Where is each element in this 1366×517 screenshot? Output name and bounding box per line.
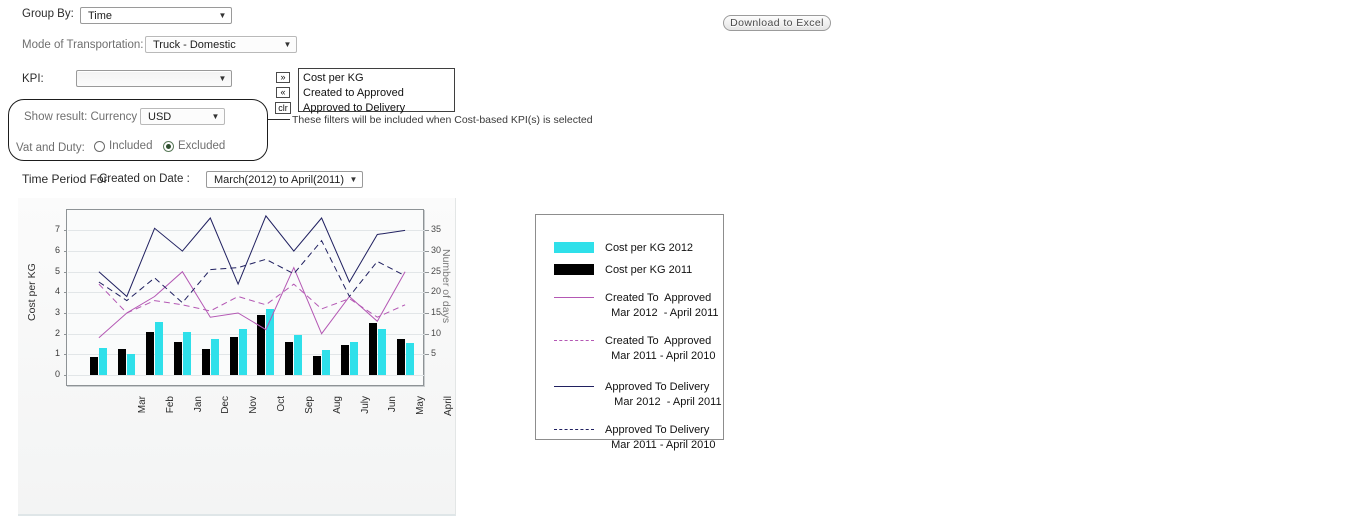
legend-item-cost-per-kg-2012: Cost per KG 2012: [554, 241, 723, 256]
plot-area: [64, 209, 429, 386]
line-series: [98, 214, 406, 298]
line-series: [98, 283, 406, 318]
chevron-down-icon: ▼: [283, 39, 292, 49]
x-axis-tick-label: April: [443, 396, 455, 417]
chevron-down-icon: ▼: [218, 73, 227, 83]
download-to-excel-button[interactable]: Download to Excel: [723, 15, 831, 31]
legend-label: Created To Approved Mar 2012 - April 201…: [605, 292, 719, 319]
legend-swatch-created-to-approved-2011: [554, 334, 594, 347]
chevron-down-icon: ▼: [349, 174, 358, 184]
y-axis-tick-label: 6: [54, 245, 60, 256]
y-axis-tick-label: 2: [54, 327, 60, 338]
x-axis-tick-label: Feb: [164, 396, 176, 414]
y-axis-tick-label: 1: [54, 348, 60, 359]
currency-label: Show result: Currency: [24, 111, 138, 123]
legend-item-created-to-approved-2012: Created To Approved Mar 2012 - April 201…: [554, 291, 723, 320]
x-axis-tick-label: Sep: [303, 396, 315, 414]
kpi-dropdown[interactable]: ▼: [76, 70, 232, 87]
y2-axis-title: Number of days: [440, 249, 452, 324]
chart: 0 1 2 3 4 5 6 7 5 10 15 20 25 30 35 Cost per KG Number o…: [18, 198, 455, 514]
legend-swatch-cost-per-kg-2012: [554, 241, 594, 254]
legend-swatch-created-to-approved-2012: [554, 291, 594, 304]
x-axis-tick-label: Dec: [220, 396, 232, 414]
radio-selected-icon: [163, 140, 174, 152]
y-axis-tick-label: 0: [54, 369, 60, 379]
y2-axis-tick: [425, 271, 429, 273]
time-period-field-label: Created on Date :: [99, 173, 190, 185]
x-axis-tick-label: Jun: [387, 396, 399, 413]
group-by-value: Time: [88, 9, 113, 22]
kpi-option[interactable]: Created to Approved: [303, 86, 450, 101]
time-period-value: March(2012) to April(2011): [214, 173, 345, 186]
legend-marker: [554, 297, 594, 298]
legend-swatch-approved-to-delivery-2011: [554, 423, 594, 436]
vat-and-duty-label: Vat and Duty:: [16, 142, 85, 154]
legend-item-created-to-approved-2011: Created To Approved Mar 2011 - April 201…: [554, 334, 723, 363]
x-axis-tick-label: Nov: [248, 396, 260, 414]
y-axis-tick-label: 4: [54, 286, 60, 297]
chevron-down-icon: ▼: [218, 10, 227, 20]
time-period-dropdown[interactable]: March(2012) to April(2011) ▼: [206, 171, 363, 188]
legend-item-approved-to-delivery-2012: Approved To Delivery Mar 2012 - April 20…: [554, 380, 723, 409]
vat-included-label: Included: [109, 140, 153, 152]
group-by-label: Group By:: [22, 8, 74, 20]
legend-label: Approved To Delivery Mar 2012 - April 20…: [605, 381, 722, 408]
y2-axis-tick-label: 35: [431, 224, 442, 235]
vat-excluded-radio[interactable]: Excluded: [163, 140, 225, 152]
x-axis-tick-label: Oct: [276, 396, 288, 412]
x-axis-tick-label: Jan: [192, 396, 204, 413]
kpi-note-connector: [268, 119, 290, 120]
legend-marker: [554, 263, 594, 275]
legend-label: Approved To Delivery Mar 2011 - April 20…: [605, 424, 716, 451]
x-axis-tick-label: Aug: [331, 396, 343, 414]
kpi-options-list[interactable]: Cost per KG Created to Approved Approved…: [298, 68, 455, 114]
legend-label: Cost per KG 2012: [605, 242, 694, 254]
y2-axis-tick: [425, 230, 429, 232]
radio-unselected-icon: [94, 140, 105, 152]
legend-marker: [554, 386, 594, 387]
y-axis-title: Cost per KG: [26, 263, 38, 321]
kpi-option[interactable]: Cost per KG: [303, 71, 450, 86]
time-period-label: Time Period For: [22, 172, 108, 186]
x-axis-tick-label: May: [415, 396, 427, 415]
y2-axis-tick: [425, 354, 429, 356]
mode-of-transportation-value: Truck - Domestic: [153, 38, 236, 51]
x-axis-tick-label: Mar: [136, 396, 148, 414]
kpi-clear-button[interactable]: clr: [275, 102, 291, 114]
legend-swatch-cost-per-kg-2011: [554, 263, 594, 276]
x-axis-tick-label: July: [359, 396, 371, 414]
chart-legend: Cost per KG 2012 Cost per KG 2011 Created …: [535, 214, 724, 451]
currency-value: USD: [148, 110, 172, 123]
y-axis-tick-label: 5: [54, 265, 60, 276]
vat-included-radio[interactable]: Included: [94, 140, 152, 152]
group-by-dropdown[interactable]: Time ▼: [80, 7, 232, 24]
y2-axis-tick: [425, 333, 429, 335]
y-axis-tick-label: 7: [54, 224, 60, 235]
mode-of-transportation-dropdown[interactable]: Truck - Domestic ▼: [145, 36, 297, 53]
y2-axis-tick: [425, 292, 429, 294]
mode-of-transportation-label: Mode of Transportation:: [22, 39, 144, 51]
kpi-label: KPI:: [22, 73, 44, 85]
kpi-remove-button[interactable]: «: [276, 87, 290, 98]
kpi-add-button[interactable]: »: [276, 72, 290, 83]
legend-item-cost-per-kg-2011: Cost per KG 2011: [554, 263, 723, 278]
y2-axis-tick: [425, 251, 429, 253]
kpi-note: These filters will be included when Cost…: [292, 114, 593, 126]
legend-label: Cost per KG 2011: [605, 263, 693, 276]
line-series: [98, 266, 406, 339]
y-axis-tick-label: 3: [54, 307, 60, 318]
currency-dropdown[interactable]: USD ▼: [140, 108, 225, 125]
chevron-down-icon: ▼: [211, 111, 220, 121]
y2-axis-tick-label: 5: [431, 348, 437, 359]
y2-axis-tick: [425, 313, 429, 315]
legend-label: Created To Approved Mar 2011 - April 201…: [605, 335, 716, 362]
legend-marker: [554, 242, 594, 253]
line-series-overlay: [98, 214, 406, 339]
legend-swatch-approved-to-delivery-2012: [554, 380, 594, 393]
legend-marker: [554, 340, 594, 341]
legend-marker: [554, 429, 594, 430]
legend-item-approved-to-delivery-2011: Approved To Delivery Mar 2011 - April 20…: [554, 423, 723, 452]
vat-excluded-label: Excluded: [178, 140, 226, 152]
y2-axis-tick-label: 10: [431, 327, 442, 338]
